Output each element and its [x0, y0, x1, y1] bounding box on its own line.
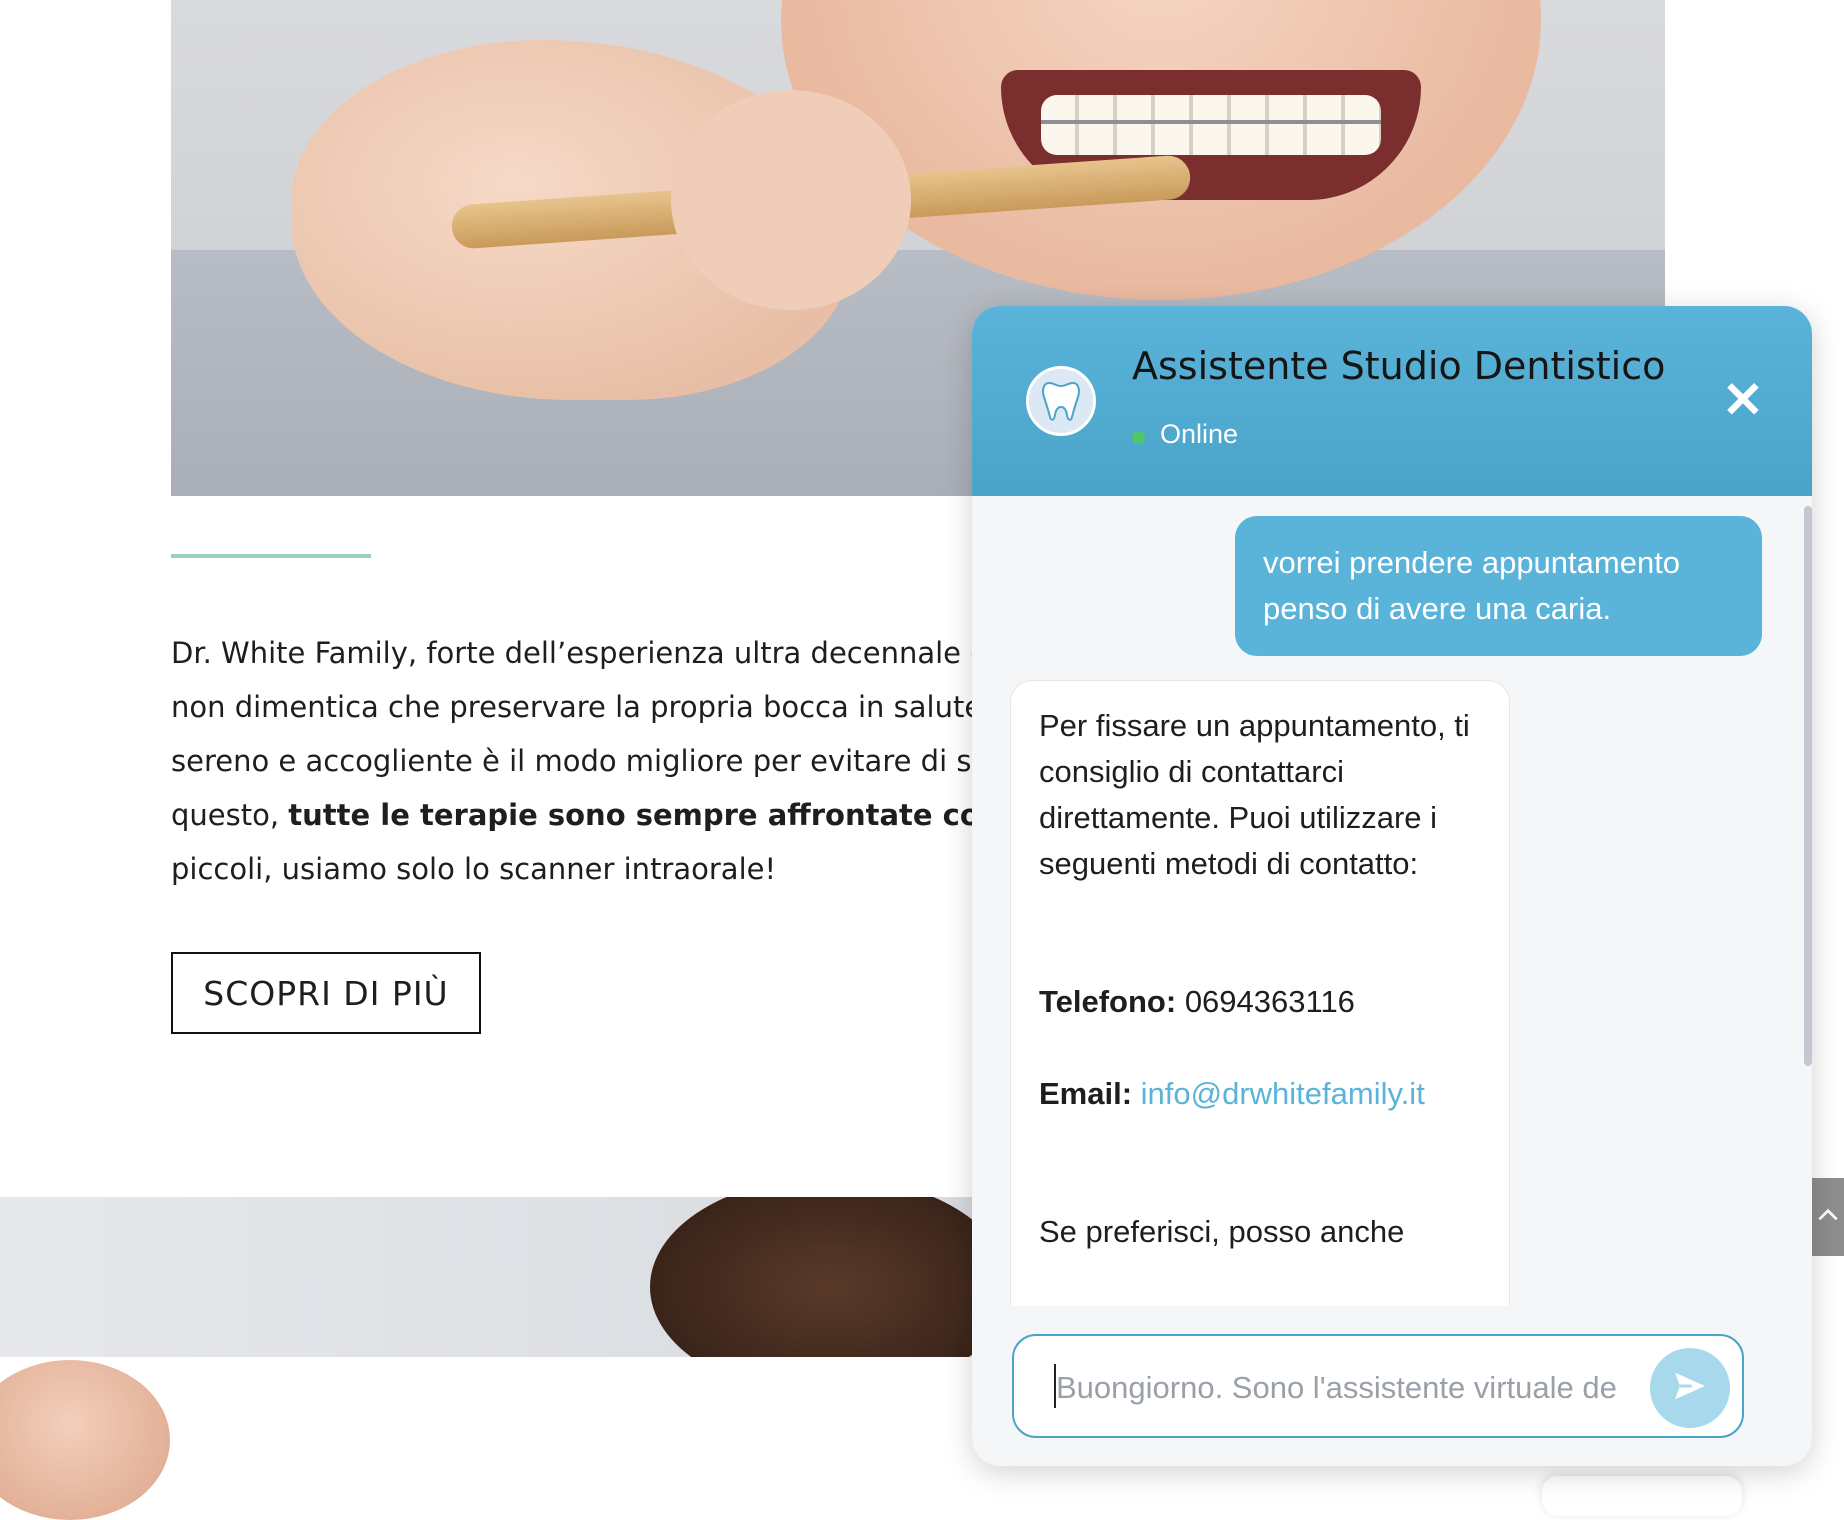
bot-phone-line: Telefono: 0694363116 [1039, 979, 1481, 1025]
bot-message-outro: Se preferisci, posso anche [1039, 1214, 1405, 1249]
banner-hair [650, 1197, 1000, 1357]
status-dot [1132, 431, 1145, 444]
section-divider [171, 554, 371, 558]
bot-message-intro: Per fissare un appuntamento, ti consigli… [1039, 708, 1470, 881]
bot-email-line: Email: info@drwhitefamily.it [1039, 1071, 1481, 1117]
hidden-card [1542, 1476, 1742, 1516]
email-link[interactable]: info@drwhitefamily.it [1141, 1076, 1425, 1111]
intro-paragraph: Dr. White Family, forte dell’esperienza … [171, 626, 991, 896]
intro-line: Dr. White Family, forte dell’esperienza … [171, 636, 991, 670]
intro-line: piccoli, usiamo solo lo scanner intraora… [171, 852, 777, 886]
chat-input-row [1012, 1334, 1744, 1438]
banner-hand [0, 1360, 170, 1520]
user-message: vorrei prendere appuntamento penso di av… [1235, 516, 1762, 656]
chat-title: Assistente Studio Dentistico [1132, 344, 1666, 388]
phone-label: Telefono: [1039, 984, 1177, 1019]
close-chat-button[interactable]: ✕ [1720, 375, 1766, 425]
chevron-up-icon [1815, 1198, 1841, 1237]
close-icon: ✕ [1722, 372, 1764, 428]
chat-message-input[interactable] [1054, 1362, 1648, 1414]
intro-text: questo, [171, 798, 289, 832]
scroll-to-top-button[interactable] [1812, 1178, 1844, 1256]
learn-more-button[interactable]: SCOPRI DI PIÙ [171, 952, 481, 1034]
hero-braces [1041, 120, 1381, 124]
email-label: Email: [1039, 1076, 1133, 1111]
send-button[interactable] [1650, 1348, 1730, 1428]
hero-teeth [1041, 95, 1381, 155]
intro-line: questo, tutte le terapie sono sempre aff… [171, 788, 991, 842]
content-panel [171, 1357, 1071, 1502]
intro-line: non dimentica che preservare la propria … [171, 690, 991, 724]
text-caret [1054, 1364, 1056, 1408]
status-text: Online [1160, 419, 1239, 449]
second-banner-image [0, 1197, 1000, 1357]
send-icon [1670, 1366, 1710, 1411]
chat-header: Assistente Studio Dentistico Online ✕ [972, 306, 1812, 496]
chat-widget: Assistente Studio Dentistico Online ✕ vo… [972, 306, 1812, 1466]
intro-line: sereno e accogliente è il modo migliore … [171, 744, 991, 778]
intro-bold-text: tutte le terapie sono sempre affrontate … [288, 798, 991, 832]
chat-messages[interactable]: vorrei prendere appuntamento penso di av… [972, 496, 1812, 1306]
bot-message: Per fissare un appuntamento, ti consigli… [1010, 680, 1510, 1306]
phone-value: 0694363116 [1184, 984, 1355, 1019]
chat-scrollbar[interactable] [1804, 506, 1812, 1066]
tooth-icon [1026, 366, 1096, 436]
hero-fist [671, 90, 911, 310]
